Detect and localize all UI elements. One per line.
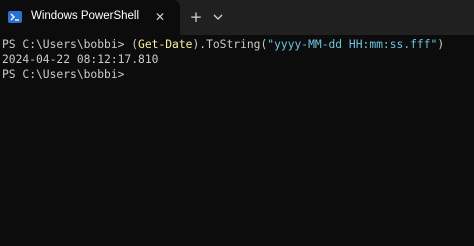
tab-title: Windows PowerShell	[31, 10, 140, 22]
chevron-down-icon	[213, 14, 223, 20]
prompt-text: PS C:\Users\bobbi>	[2, 38, 132, 51]
cmdlet-text: Get-Date	[138, 38, 193, 51]
close-tab-icon[interactable]: ✕	[152, 9, 168, 25]
tab-windows-powershell[interactable]: Windows PowerShell ✕	[0, 0, 180, 35]
terminal-pane[interactable]: PS C:\Users\bobbi> (Get-Date).ToString("…	[0, 35, 474, 246]
close-paren: )	[437, 38, 445, 51]
dropdown-button[interactable]	[209, 6, 227, 28]
terminal-line-output: 2024-04-22 08:12:17.810	[2, 53, 159, 66]
new-tab-button[interactable]: +	[185, 6, 207, 28]
terminal-line-prompt: PS C:\Users\bobbi>	[2, 68, 125, 81]
title-bar: Windows PowerShell ✕ +	[0, 0, 474, 35]
terminal-line-command: PS C:\Users\bobbi> (Get-Date).ToString("…	[2, 37, 474, 52]
string-argument: "yyyy-MM-dd HH:mm:ss.fff"	[267, 38, 438, 51]
powershell-icon	[8, 11, 22, 23]
member-text: ).ToString(	[192, 38, 268, 51]
